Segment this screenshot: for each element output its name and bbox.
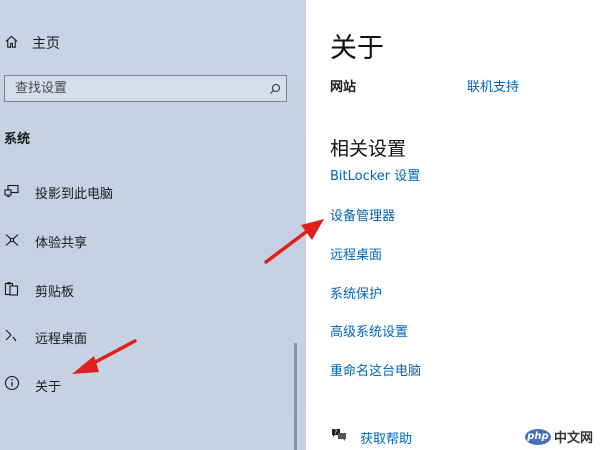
svg-text:?: ?	[334, 429, 337, 436]
help-chat-icon: ?	[330, 427, 348, 447]
remote-desktop-icon	[4, 328, 20, 347]
sidebar-item-label: 体验共享	[35, 236, 88, 251]
device-manager-link[interactable]: 设备管理器	[330, 205, 395, 224]
shared-experiences-icon	[4, 232, 20, 251]
website-label: 网站	[330, 80, 357, 95]
advanced-system-settings-link[interactable]: 高级系统设置	[330, 321, 408, 340]
home-icon	[4, 34, 19, 53]
related-settings-title: 相关设置	[330, 138, 407, 160]
section-title-system: 系统	[4, 132, 31, 147]
get-help-label: 获取帮助	[360, 431, 413, 447]
about-page: 关于 网站 联机支持 相关设置 BitLocker 设置 设备管理器 远程桌面 …	[306, 0, 600, 450]
online-support-link[interactable]: 联机支持	[467, 76, 519, 95]
info-icon	[4, 375, 20, 395]
sidebar-item-label: 远程桌面	[35, 332, 88, 347]
page-title: 关于	[330, 33, 384, 64]
rename-pc-link[interactable]: 重命名这台电脑	[330, 360, 421, 379]
search-input[interactable]	[5, 80, 264, 97]
sidebar-item-label: 投影到此电脑	[35, 187, 114, 202]
project-to-pc-icon	[4, 183, 20, 202]
clipboard-icon	[4, 281, 20, 300]
sidebar-item-remote-desktop[interactable]: 远程桌面	[4, 328, 87, 347]
settings-search-box[interactable]	[4, 75, 287, 102]
bitlocker-settings-link[interactable]: BitLocker 设置	[330, 165, 420, 184]
get-help-link[interactable]: ? 获取帮助	[330, 427, 412, 447]
php-cn-watermark: php 中文网	[521, 426, 596, 447]
sidebar-item-shared-experiences[interactable]: 体验共享	[4, 232, 87, 251]
settings-sidebar: 主页 系统 投影到此电脑	[0, 0, 306, 450]
sidebar-home[interactable]: 主页	[4, 33, 60, 53]
php-logo: php	[524, 428, 551, 445]
sidebar-item-about[interactable]: 关于	[4, 375, 61, 395]
sidebar-scrollbar[interactable]	[294, 343, 297, 450]
watermark-text: 中文网	[553, 431, 593, 446]
sidebar-item-label: 剪贴板	[35, 285, 75, 300]
system-protection-link[interactable]: 系统保护	[330, 283, 382, 302]
sidebar-item-clipboard[interactable]: 剪贴板	[4, 281, 74, 300]
sidebar-item-label: 关于	[35, 379, 62, 395]
search-icon[interactable]	[264, 83, 286, 95]
remote-desktop-link[interactable]: 远程桌面	[330, 244, 382, 263]
sidebar-item-project[interactable]: 投影到此电脑	[4, 183, 113, 202]
home-label: 主页	[32, 36, 60, 52]
